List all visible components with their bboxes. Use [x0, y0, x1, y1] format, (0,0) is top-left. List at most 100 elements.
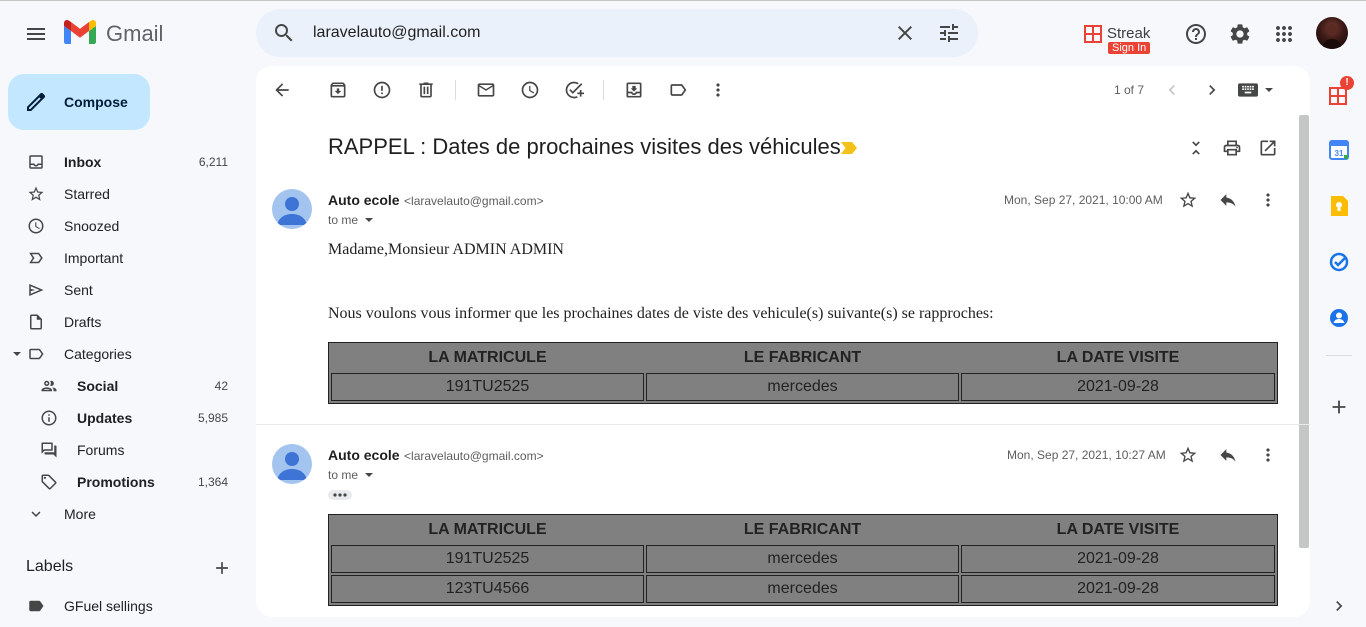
sender-name[interactable]: Auto ecole	[328, 447, 400, 463]
sender-avatar[interactable]	[272, 444, 312, 484]
report-spam-button[interactable]	[366, 74, 398, 106]
chevron-right-icon	[1336, 601, 1343, 611]
person-icon	[277, 197, 307, 225]
side-panel-tasks[interactable]	[1326, 249, 1352, 275]
google-apps-button[interactable]	[1264, 14, 1304, 54]
search-bar[interactable]	[256, 9, 978, 57]
older-button[interactable]	[1196, 74, 1228, 106]
sidebar-item-categories[interactable]: Categories	[0, 338, 240, 370]
snooze-button[interactable]	[514, 74, 546, 106]
account-avatar[interactable]	[1316, 17, 1348, 49]
important-marker-icon[interactable]	[840, 141, 858, 155]
sidebar-item-forums[interactable]: Forums	[0, 434, 240, 466]
support-button[interactable]	[1176, 14, 1216, 54]
print-all-button[interactable]	[1216, 132, 1248, 164]
sender-name[interactable]: Auto ecole	[328, 192, 400, 208]
get-addons-button[interactable]	[1323, 391, 1355, 423]
gmail-logo[interactable]	[64, 20, 98, 46]
recipient-text: to me	[328, 468, 359, 482]
create-label-button[interactable]	[206, 552, 238, 584]
more-actions-button[interactable]	[702, 74, 734, 106]
search-options-button[interactable]	[929, 13, 969, 53]
main-menu-button[interactable]	[16, 14, 56, 54]
inbox-icon	[29, 155, 43, 169]
show-side-panel-button[interactable]	[1323, 590, 1355, 622]
side-panel-streak[interactable]: !	[1326, 76, 1354, 108]
input-tools-button[interactable]	[1236, 80, 1276, 100]
labels-button[interactable]	[662, 74, 694, 106]
compose-button[interactable]: Compose	[8, 74, 150, 130]
sidebar-item-updates[interactable]: Updates 5,985	[0, 402, 240, 434]
sidebar-item-sent[interactable]: Sent	[0, 274, 240, 306]
recipient-details-toggle[interactable]: to me	[328, 213, 374, 227]
star-button[interactable]	[1172, 439, 1204, 471]
gmail-m-icon	[64, 20, 96, 44]
sidebar-label-gfuel-sellings[interactable]: GFuel sellings	[0, 590, 240, 622]
side-panel-contacts[interactable]	[1326, 305, 1352, 331]
move-to-button[interactable]	[618, 74, 650, 106]
unfold-less-icon	[1192, 141, 1200, 155]
show-trimmed-content-button[interactable]	[328, 490, 352, 500]
message-more-button[interactable]	[1252, 184, 1284, 216]
reply-button[interactable]	[1212, 439, 1244, 471]
sidebar-item-starred[interactable]: Starred	[0, 178, 240, 210]
message-more-button[interactable]	[1252, 439, 1284, 471]
message-divider	[256, 424, 1310, 425]
back-button[interactable]	[266, 74, 298, 106]
more-vert-icon	[716, 83, 720, 97]
scrollbar-thumb[interactable]	[1299, 115, 1309, 548]
table-header-row: LA MATRICULE LE FABRICANT LA DATE VISITE	[331, 345, 1275, 371]
star-button[interactable]	[1172, 184, 1204, 216]
search-button[interactable]	[264, 13, 304, 53]
sidebar-item-promotions[interactable]: Promotions 1,364	[0, 466, 240, 498]
add-to-tasks-button[interactable]	[558, 74, 590, 106]
caret-down-icon	[1265, 88, 1273, 92]
sidebar-item-label: Drafts	[64, 314, 102, 330]
column-header: LE FABRICANT	[743, 349, 862, 366]
sidebar-item-more[interactable]: More	[0, 498, 240, 530]
reply-button[interactable]	[1212, 184, 1244, 216]
open-new-window-button[interactable]	[1252, 132, 1284, 164]
sidebar-item-inbox[interactable]: Inbox 6,211	[0, 146, 240, 178]
newer-button[interactable]	[1156, 74, 1188, 106]
collapse-all-button[interactable]	[1180, 132, 1212, 164]
side-panel-calendar[interactable]: 31	[1326, 137, 1352, 163]
search-input[interactable]	[313, 22, 873, 44]
mark-unread-button[interactable]	[470, 74, 502, 106]
reply-icon	[1220, 194, 1236, 207]
sidebar-item-drafts[interactable]: Drafts	[0, 306, 240, 338]
plus-icon	[1332, 400, 1346, 414]
sidebar-item-label: GFuel sellings	[64, 598, 153, 614]
more-vert-icon	[1266, 193, 1270, 207]
table-row: 191TU2525 mercedes 2021-09-28	[331, 545, 1275, 573]
streak-sign-in-badge[interactable]: Sign In	[1108, 42, 1151, 54]
side-panel-keep[interactable]	[1326, 193, 1352, 219]
send-icon	[29, 284, 44, 296]
sender-avatar[interactable]	[272, 189, 312, 229]
tasks-icon	[1329, 252, 1349, 272]
sidebar-item-snoozed[interactable]: Snoozed	[0, 210, 240, 242]
unread-count: 5,985	[197, 411, 228, 425]
streak-button[interactable]: Streak Sign In	[1084, 24, 1156, 58]
chevron-left-icon	[1168, 85, 1175, 95]
sidebar-item-social[interactable]: Social 42	[0, 370, 240, 402]
sidebar-item-important[interactable]: Important	[0, 242, 240, 274]
sidebar-item-label: Inbox	[64, 154, 102, 170]
search-icon	[275, 24, 293, 42]
settings-button[interactable]	[1220, 14, 1260, 54]
delete-button[interactable]	[410, 74, 442, 106]
sidebar-item-label: Updates	[77, 410, 133, 426]
more-horiz-icon	[333, 493, 347, 497]
toolbar-divider	[603, 80, 604, 100]
mail-icon	[477, 83, 495, 97]
column-header: LA DATE VISITE	[1056, 521, 1180, 538]
profile-photo-icon	[1322, 24, 1342, 49]
clear-search-button[interactable]	[885, 13, 925, 53]
recipient-details-toggle[interactable]: to me	[328, 468, 374, 482]
print-icon	[1223, 140, 1241, 156]
table-cell: mercedes	[646, 545, 960, 573]
plus-icon	[216, 562, 228, 574]
star-icon	[1179, 191, 1197, 208]
trash-icon	[419, 82, 433, 98]
archive-button[interactable]	[322, 74, 354, 106]
